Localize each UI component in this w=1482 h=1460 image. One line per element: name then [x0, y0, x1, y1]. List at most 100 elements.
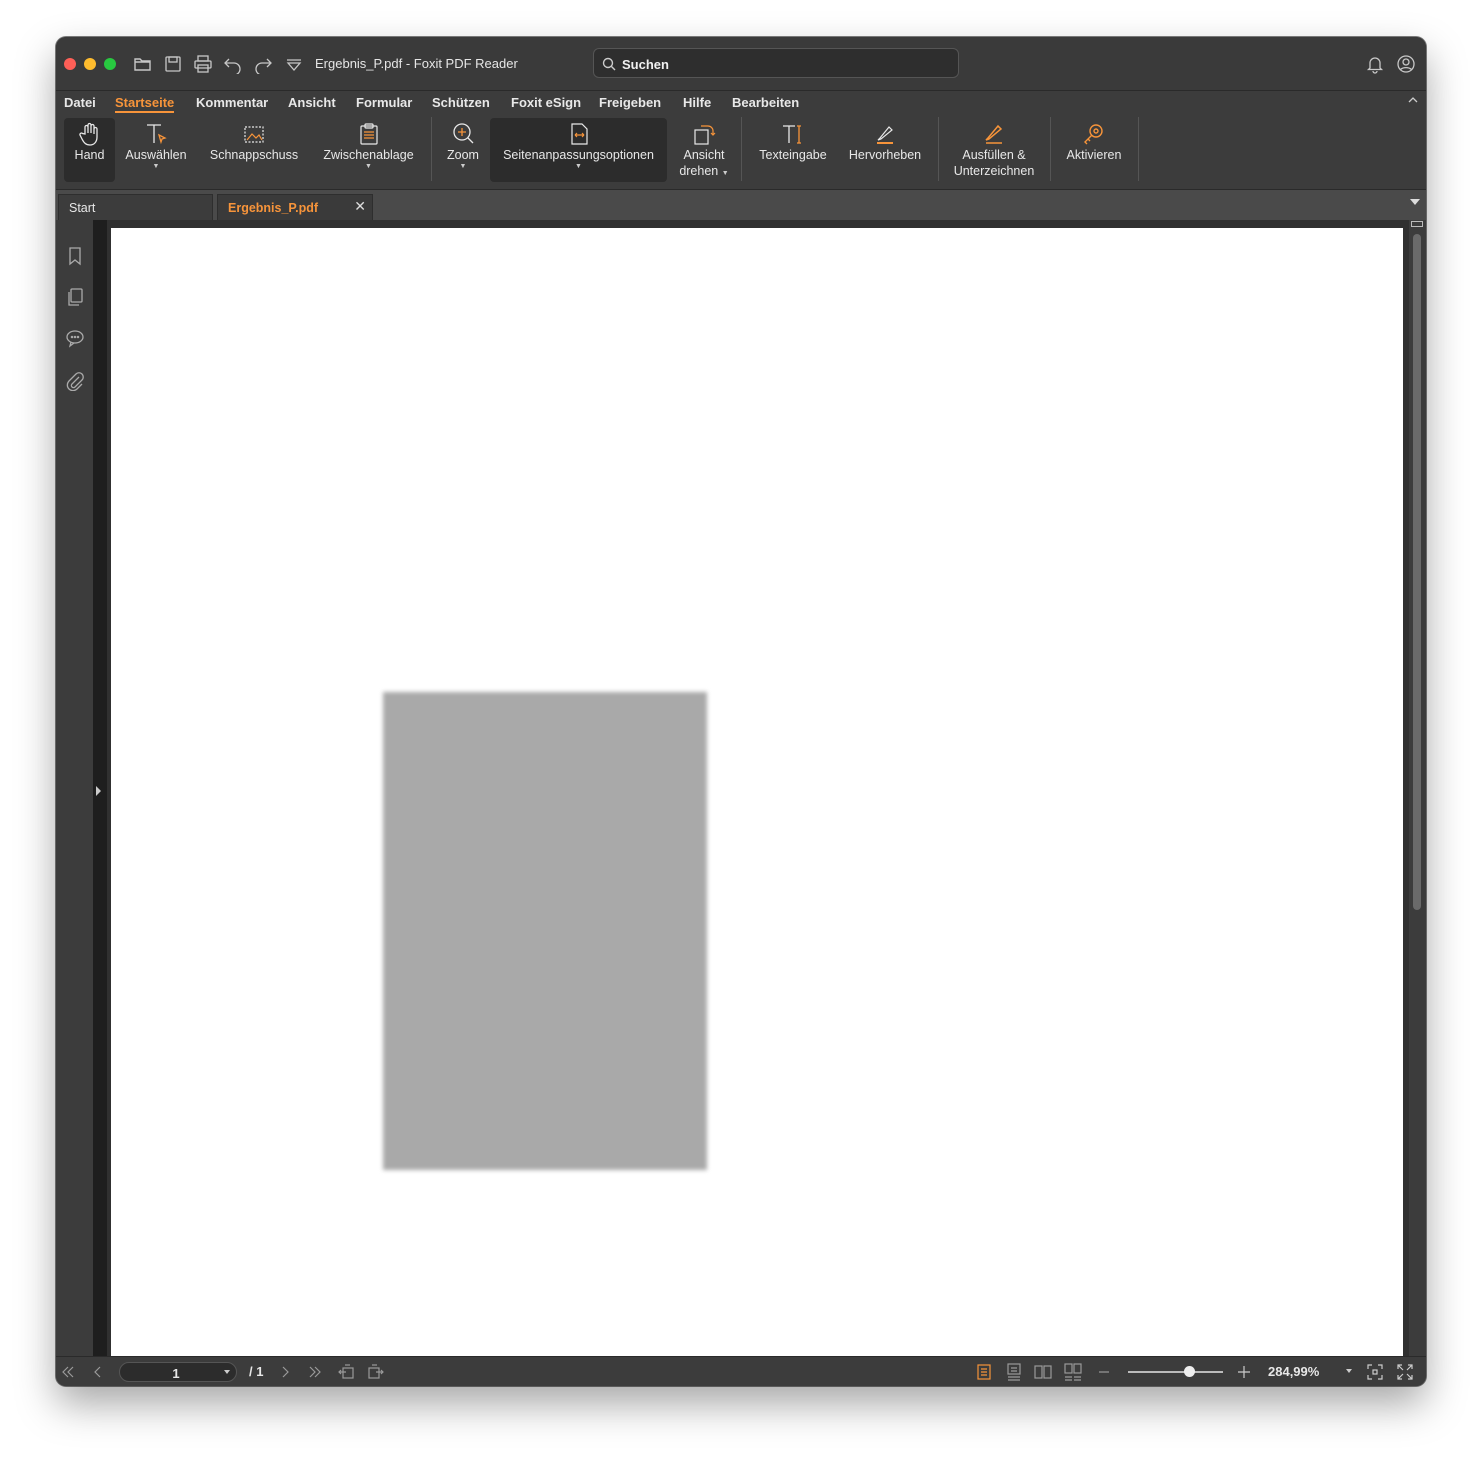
- expand-sidebar-icon[interactable]: [96, 786, 101, 796]
- next-view-icon[interactable]: [367, 1363, 385, 1381]
- activate-label: Aktivieren: [1066, 148, 1122, 162]
- minimize-window-button[interactable]: [84, 58, 96, 70]
- page-dropdown-icon[interactable]: [224, 1370, 230, 1374]
- tab-start-label: Start: [69, 201, 96, 215]
- typewriter-icon: [780, 121, 806, 147]
- redo-icon[interactable]: [253, 54, 273, 74]
- document-view[interactable]: [107, 220, 1409, 1356]
- search-box[interactable]: [593, 48, 959, 78]
- last-page-icon[interactable]: [306, 1363, 324, 1381]
- zoom-button[interactable]: Zoom ▼: [439, 118, 487, 182]
- search-input[interactable]: [620, 54, 944, 74]
- menu-formular[interactable]: Formular: [356, 95, 412, 110]
- menu-ansicht[interactable]: Ansicht: [288, 95, 336, 110]
- rotate-view-button[interactable]: Ansicht drehen ▼: [672, 118, 736, 182]
- zoom-dropdown-icon[interactable]: [1346, 1369, 1352, 1373]
- chevron-down-icon: ▼: [365, 163, 372, 170]
- bookmark-icon[interactable]: [65, 246, 85, 266]
- fit-options-label: Seitenanpassungsoptionen: [503, 148, 654, 162]
- fit-to-screen-icon[interactable]: [1366, 1363, 1384, 1381]
- close-tab-icon[interactable]: ✕: [354, 198, 366, 215]
- snapshot-button[interactable]: Schnappschuss: [204, 118, 304, 182]
- activate-button[interactable]: Aktivieren: [1058, 118, 1130, 182]
- continuous-facing-view-icon[interactable]: [1064, 1363, 1082, 1381]
- facing-view-icon[interactable]: [1034, 1363, 1052, 1381]
- chevron-down-icon: ▼: [575, 163, 582, 170]
- print-icon[interactable]: [193, 54, 213, 74]
- rotate-view-icon: [691, 121, 717, 147]
- next-page-icon[interactable]: [276, 1363, 294, 1381]
- menu-kommentar[interactable]: Kommentar: [196, 95, 268, 110]
- undo-icon[interactable]: [223, 54, 243, 74]
- zoom-slider-knob[interactable]: [1184, 1366, 1195, 1377]
- fill-sign-label-2: Unterzeichnen: [953, 164, 1035, 178]
- bell-icon[interactable]: [1365, 54, 1385, 74]
- title-bar: Ergebnis_P.pdf - Foxit PDF Reader: [56, 37, 1426, 91]
- typewriter-label: Texteingabe: [759, 148, 827, 162]
- comments-icon[interactable]: [65, 328, 85, 348]
- zoom-level[interactable]: 284,99%: [1268, 1364, 1319, 1379]
- menu-bearbeiten[interactable]: Bearbeiten: [732, 95, 799, 110]
- select-tool-button[interactable]: Auswählen ▼: [120, 118, 192, 182]
- activate-key-icon: [1081, 121, 1107, 147]
- highlight-label: Hervorheben: [848, 148, 922, 162]
- fullscreen-icon[interactable]: [1396, 1363, 1414, 1381]
- tab-document-label: Ergebnis_P.pdf: [228, 201, 319, 215]
- previous-page-icon[interactable]: [89, 1363, 107, 1381]
- vertical-scrollbar[interactable]: [1409, 220, 1426, 1356]
- zoom-label: Zoom: [447, 148, 479, 162]
- rotate-view-label-1: Ansicht: [683, 148, 725, 162]
- ribbon-separator: [1050, 117, 1051, 181]
- tab-list-dropdown-icon[interactable]: [1410, 199, 1420, 205]
- account-icon[interactable]: [1396, 54, 1416, 74]
- rotate-view-label-2: drehen ▼: [672, 163, 736, 182]
- tab-start[interactable]: Start: [58, 194, 213, 220]
- menu-hilfe[interactable]: Hilfe: [683, 95, 711, 110]
- folder-open-icon[interactable]: [133, 54, 153, 74]
- highlight-button[interactable]: Hervorheben: [840, 118, 930, 182]
- status-bar: / 1 284,: [56, 1356, 1426, 1386]
- close-window-button[interactable]: [64, 58, 76, 70]
- scrollbar-thumb[interactable]: [1413, 234, 1421, 910]
- sidebar-splitter[interactable]: [93, 220, 107, 1356]
- single-page-view-icon[interactable]: [975, 1363, 993, 1381]
- attachment-icon[interactable]: [65, 371, 85, 391]
- page-number-input[interactable]: [120, 1365, 232, 1381]
- collapse-ribbon-icon[interactable]: [1406, 93, 1420, 107]
- hand-icon: [77, 121, 103, 147]
- pages-icon[interactable]: [65, 287, 85, 307]
- zoom-icon: [450, 121, 476, 147]
- fill-sign-button[interactable]: Ausfüllen & Unterzeichnen: [946, 118, 1042, 182]
- clipboard-button[interactable]: Zwischenablage ▼: [316, 118, 421, 182]
- previous-view-icon[interactable]: [337, 1363, 355, 1381]
- scroll-top-indicator: [1411, 221, 1423, 227]
- menu-schuetzen[interactable]: Schützen: [432, 95, 490, 110]
- menu-foxit-esign[interactable]: Foxit eSign: [511, 95, 581, 110]
- app-window: Ergebnis_P.pdf - Foxit PDF Reader Datei …: [56, 37, 1426, 1386]
- ribbon-separator: [431, 117, 432, 181]
- zoom-window-button[interactable]: [104, 58, 116, 70]
- ribbon-separator: [741, 117, 742, 181]
- tab-document[interactable]: Ergebnis_P.pdf ✕: [217, 194, 373, 220]
- hand-tool-button[interactable]: Hand: [64, 118, 115, 182]
- page-number-box[interactable]: [119, 1362, 237, 1382]
- fill-sign-label-1: Ausfüllen &: [962, 148, 1026, 162]
- first-page-icon[interactable]: [59, 1363, 77, 1381]
- fit-options-button[interactable]: Seitenanpassungsoptionen ▼: [490, 118, 667, 182]
- document-tab-bar: Start Ergebnis_P.pdf ✕: [56, 189, 1426, 220]
- continuous-view-icon[interactable]: [1005, 1363, 1023, 1381]
- typewriter-button[interactable]: Texteingabe: [749, 118, 837, 182]
- save-icon[interactable]: [163, 54, 183, 74]
- menu-datei[interactable]: Datei: [64, 95, 96, 110]
- highlight-icon: [872, 121, 898, 147]
- pdf-page: [111, 228, 1403, 1356]
- clipboard-label: Zwischenablage: [323, 148, 414, 162]
- fill-sign-icon: [981, 121, 1007, 147]
- clipboard-icon: [356, 121, 382, 147]
- customize-dropdown-icon[interactable]: [284, 54, 304, 74]
- menu-freigeben[interactable]: Freigeben: [599, 95, 661, 110]
- zoom-out-icon[interactable]: [1095, 1363, 1113, 1381]
- menu-startseite[interactable]: Startseite: [115, 95, 175, 113]
- zoom-in-icon[interactable]: [1235, 1363, 1253, 1381]
- zoom-slider[interactable]: [1128, 1366, 1223, 1377]
